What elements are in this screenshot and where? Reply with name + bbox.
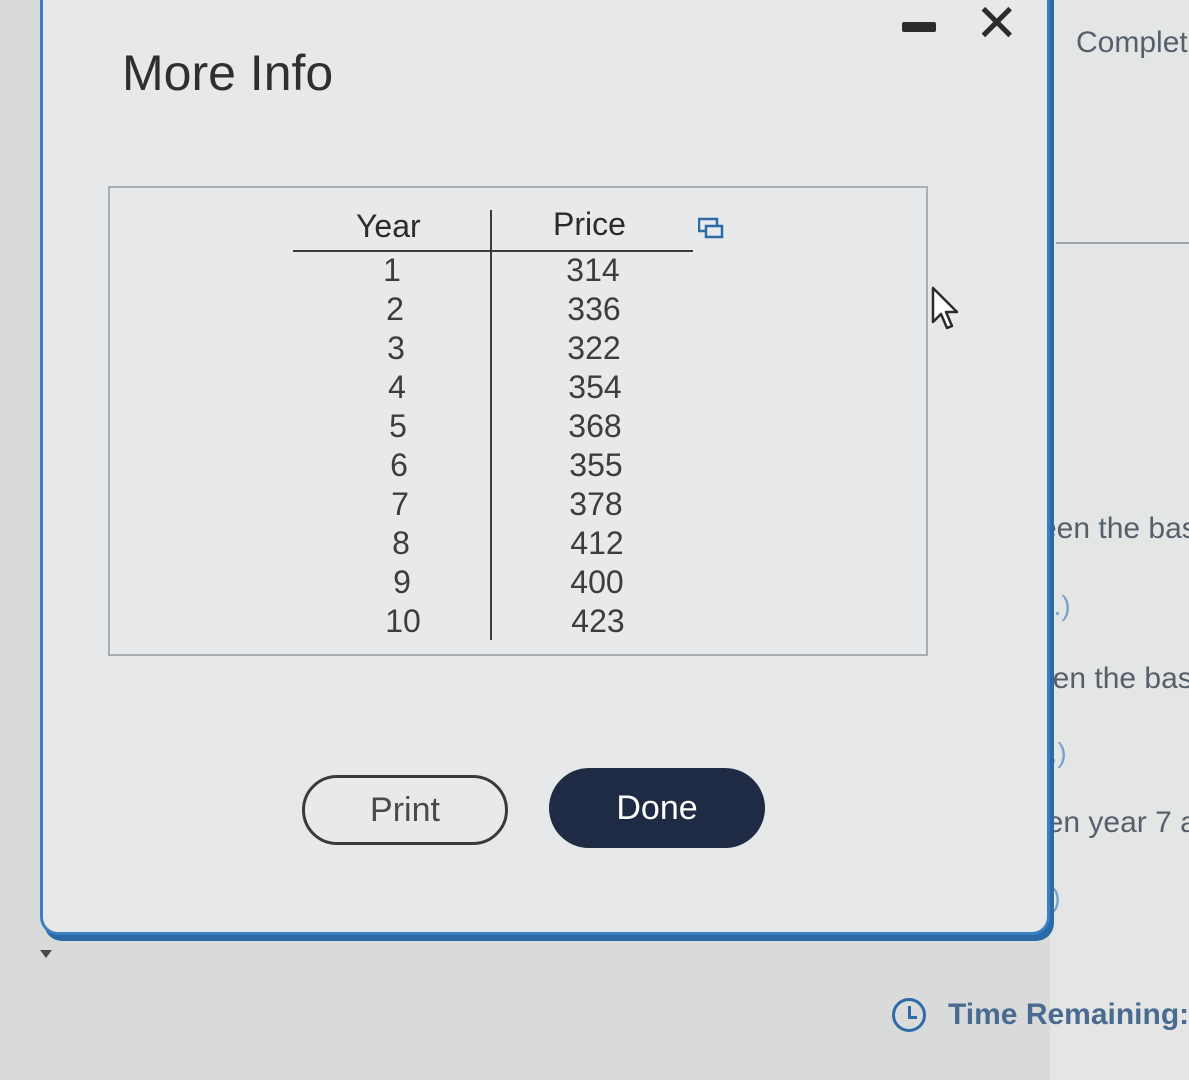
data-table-frame xyxy=(108,186,928,656)
table-cell-year: 10 xyxy=(385,603,421,639)
table-cell-year: 1 xyxy=(383,252,401,288)
mouse-cursor-icon xyxy=(931,286,959,330)
complete-label: Complet xyxy=(1076,26,1188,59)
time-remaining: Time Remaining: xyxy=(892,998,1189,1032)
table-cell-price: 400 xyxy=(570,564,624,600)
close-icon[interactable]: ✕ xyxy=(975,0,1019,50)
table-cell-price: 322 xyxy=(567,330,621,366)
dialog-title: More Info xyxy=(122,45,334,101)
expand-table-icon[interactable] xyxy=(698,216,724,240)
table-cell-price: 423 xyxy=(571,603,625,639)
table-cell-year: 6 xyxy=(390,447,408,483)
time-remaining-label: Time Remaining: xyxy=(948,998,1189,1031)
column-divider xyxy=(490,210,492,640)
table-cell-price: 314 xyxy=(566,252,620,288)
background-divider xyxy=(1056,242,1189,244)
table-cell-year: 9 xyxy=(393,564,411,600)
table-cell-price: 378 xyxy=(569,486,623,522)
table-cell-year: 2 xyxy=(386,291,404,327)
table-cell-price: 354 xyxy=(568,369,622,405)
question-text-3: een year 7 a xyxy=(1030,806,1189,839)
minimize-icon[interactable] xyxy=(902,22,936,32)
done-button[interactable]: Done xyxy=(549,768,765,848)
print-button[interactable]: Print xyxy=(302,775,508,845)
table-cell-price: 412 xyxy=(570,525,624,561)
question-text-1: een the bas xyxy=(1040,512,1189,545)
table-cell-year: 5 xyxy=(389,408,407,444)
table-cell-year: 4 xyxy=(388,369,406,405)
header-year: Year xyxy=(356,208,421,244)
table-cell-year: 7 xyxy=(391,486,409,522)
table-cell-price: 368 xyxy=(568,408,622,444)
table-cell-year: 3 xyxy=(387,330,405,366)
clock-icon xyxy=(892,998,926,1032)
table-cell-price: 336 xyxy=(567,291,621,327)
dropdown-arrow-icon[interactable] xyxy=(40,950,52,958)
question-text-2: een the base xyxy=(1036,662,1189,695)
header-price: Price xyxy=(553,206,626,242)
table-cell-price: 355 xyxy=(569,447,623,483)
table-cell-year: 8 xyxy=(392,525,410,561)
